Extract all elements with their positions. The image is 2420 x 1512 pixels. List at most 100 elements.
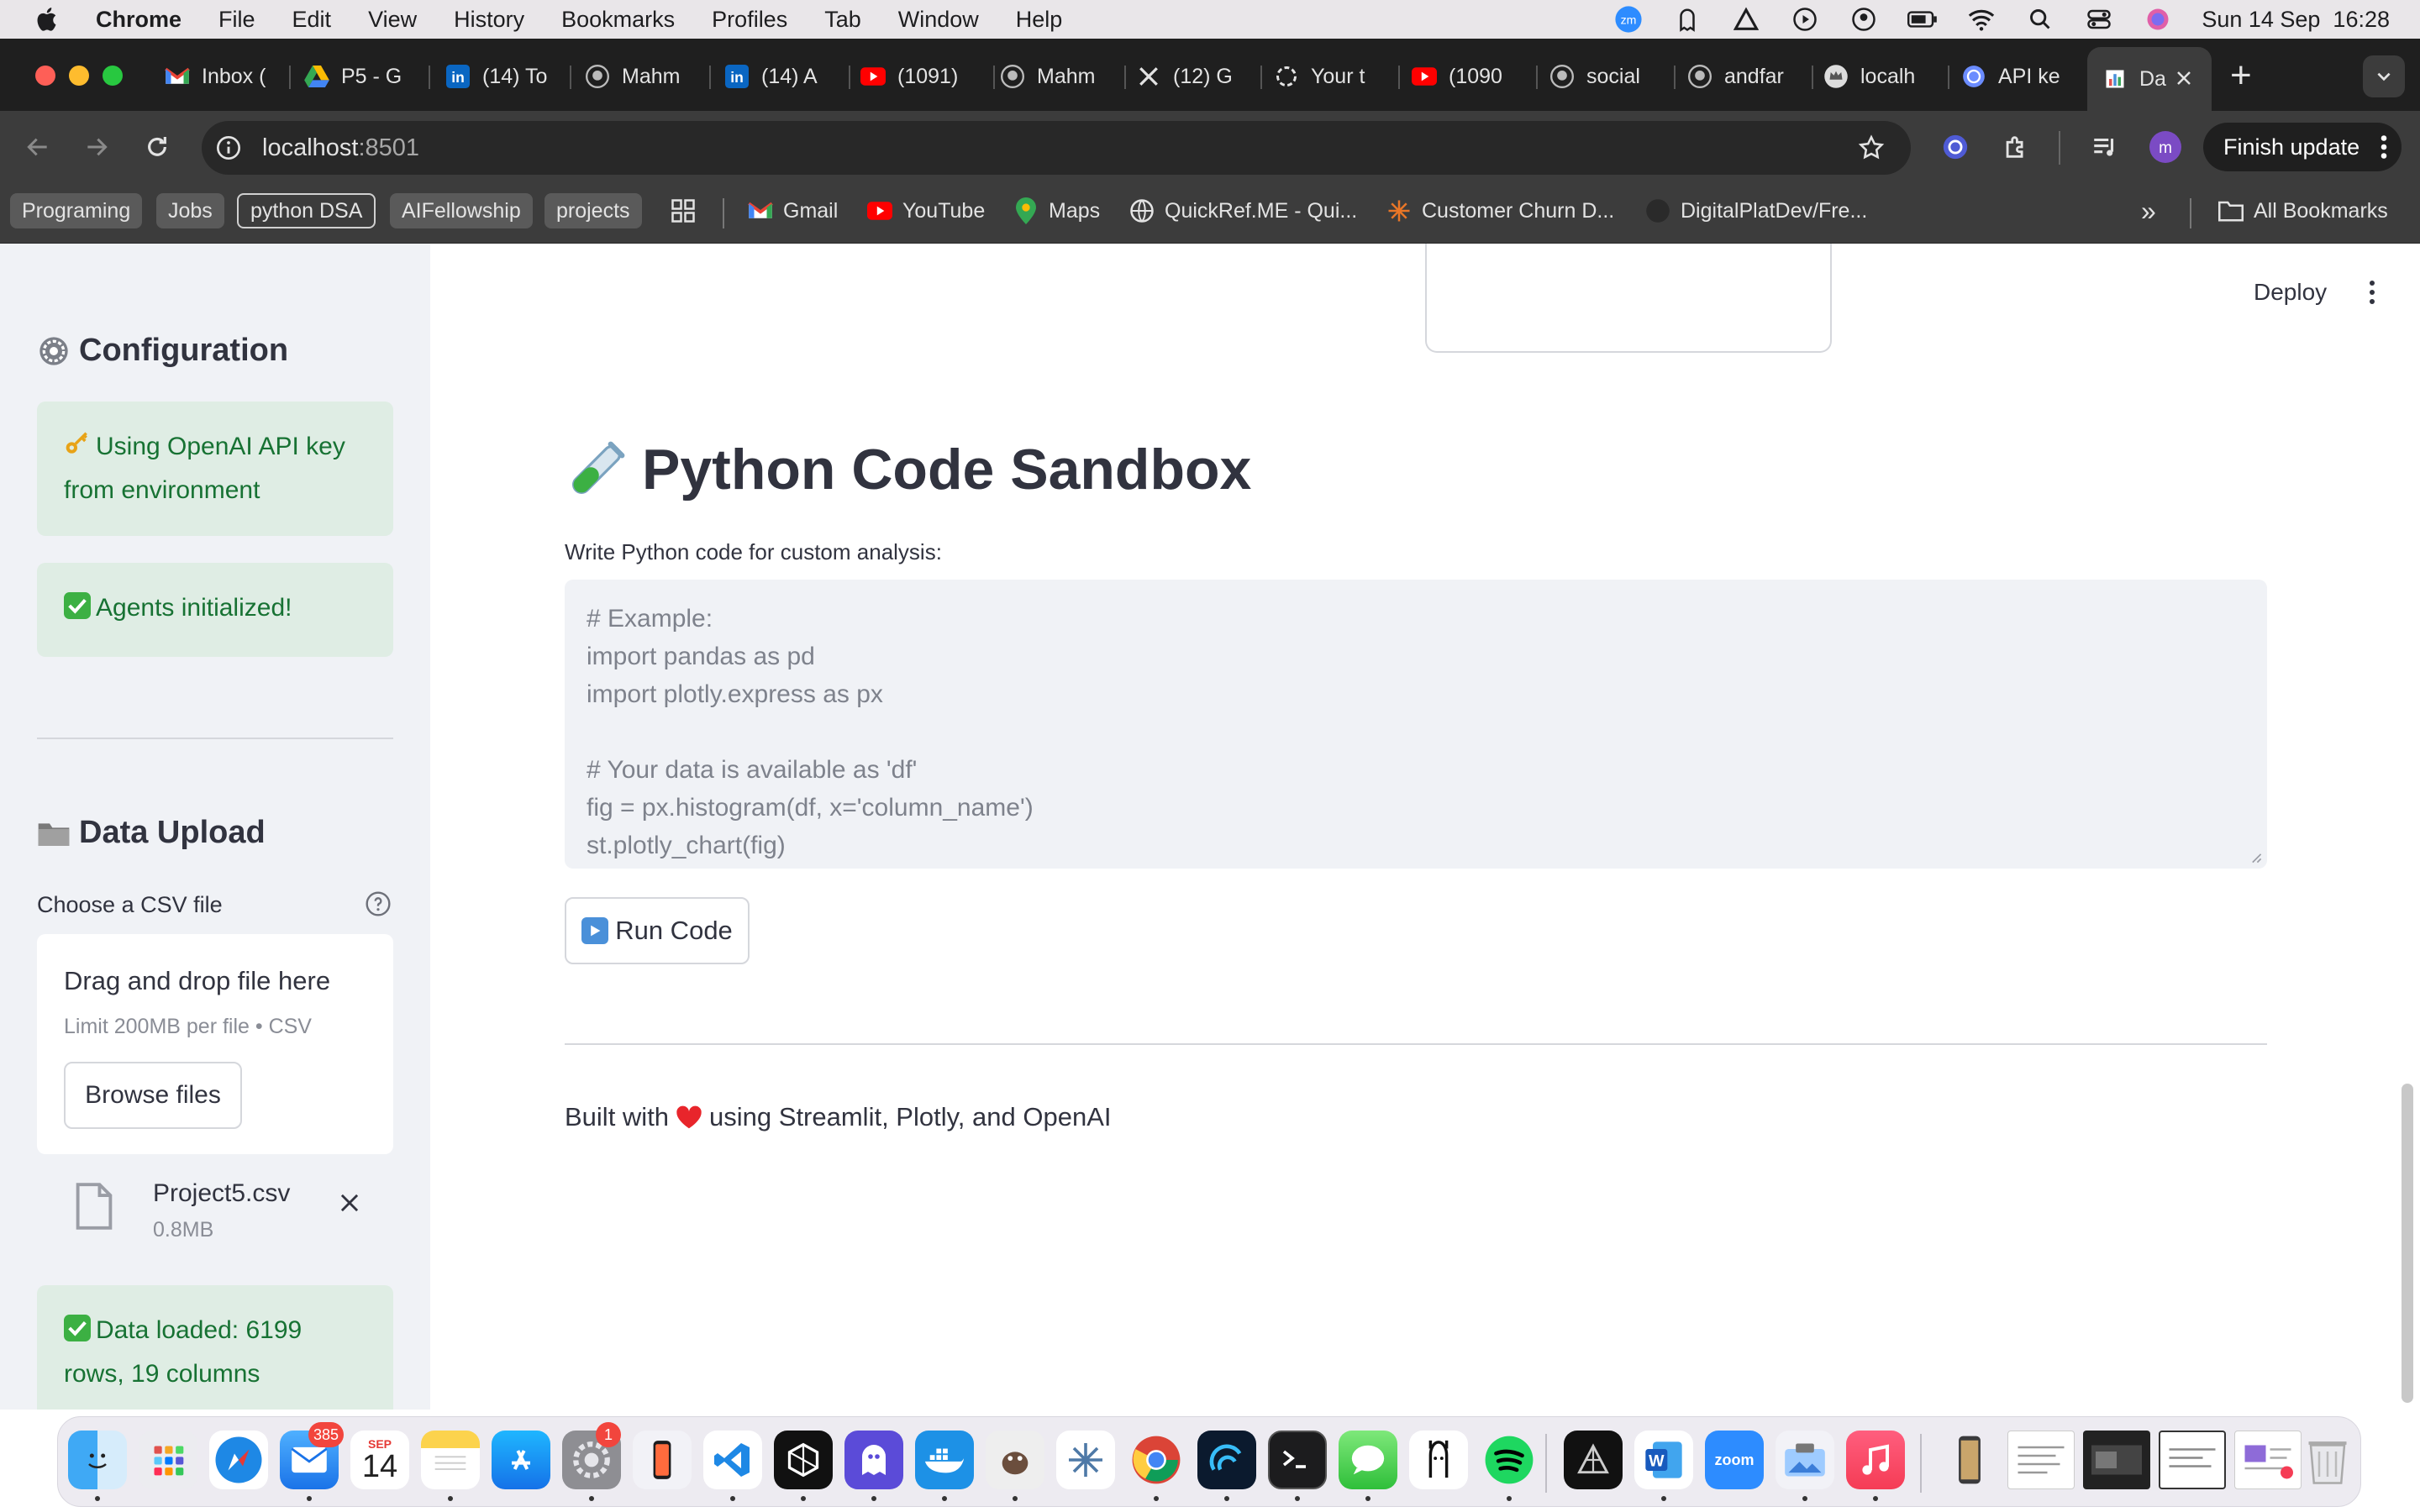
new-tab-button[interactable]: + [2230, 55, 2252, 96]
menu-window[interactable]: Window [898, 7, 979, 33]
safari-icon[interactable] [209, 1431, 268, 1489]
browse-files-button[interactable]: Browse files [64, 1062, 242, 1129]
finish-update-button[interactable]: Finish update [2203, 123, 2402, 171]
tab-linkedin-1[interactable]: in (14) To [445, 50, 571, 102]
minimized-window-browser[interactable] [2083, 1431, 2150, 1489]
partial-widget-above[interactable] [1425, 244, 1832, 353]
preview-icon[interactable] [1776, 1431, 1834, 1489]
trash-icon[interactable] [2298, 1431, 2357, 1489]
menu-edit[interactable]: Edit [292, 7, 332, 33]
tab-github-2[interactable]: Mahm [1000, 50, 1126, 102]
ghost-status-icon[interactable] [1672, 4, 1702, 34]
extension-perplexity-button[interactable] [1938, 129, 1973, 165]
window-close-button[interactable] [35, 66, 55, 86]
tab-x-twitter[interactable]: (12) G [1136, 50, 1262, 102]
code-textarea[interactable]: # Example: import pandas as pd import pl… [565, 580, 2267, 869]
docker-icon[interactable] [915, 1431, 974, 1489]
menu-help[interactable]: Help [1016, 7, 1063, 33]
menu-bookmarks[interactable]: Bookmarks [561, 7, 675, 33]
apps-grid-button[interactable] [671, 193, 696, 228]
window-zoom-button[interactable] [103, 66, 123, 86]
tab-linkedin-2[interactable]: in (14) A [724, 50, 850, 102]
menu-file[interactable]: File [218, 7, 255, 33]
menu-tab[interactable]: Tab [824, 7, 861, 33]
tab-active-dashboard[interactable]: Da [2087, 47, 2212, 111]
finder-icon[interactable] [68, 1431, 127, 1489]
apple-logo-icon[interactable] [34, 5, 62, 34]
tab-search-button[interactable] [2363, 55, 2405, 97]
resize-handle-icon[interactable] [2250, 852, 2262, 864]
file-dropzone[interactable]: Drag and drop file here Limit 200MB per … [37, 934, 393, 1154]
tab-inbox[interactable]: Inbox ( [165, 50, 291, 102]
tab-openai-api-keys[interactable]: API ke [1961, 50, 2087, 102]
menu-profiles[interactable]: Profiles [712, 7, 787, 33]
vscode-icon[interactable] [703, 1431, 762, 1489]
zoom-app-icon[interactable]: zoom [1705, 1431, 1764, 1489]
minimized-window-music[interactable] [2234, 1431, 2302, 1489]
bookmark-digitalplatdev[interactable]: DigitalPlatDev/Fre... [1645, 193, 1867, 228]
spotify-icon[interactable] [1480, 1431, 1539, 1489]
music-icon[interactable] [1846, 1431, 1905, 1489]
notes-icon[interactable] [421, 1431, 480, 1489]
tab-github-4[interactable]: andfar [1687, 50, 1813, 102]
menu-history[interactable]: History [454, 7, 524, 33]
tab-youtube-1[interactable]: (1091) [860, 50, 995, 102]
minimized-window-app[interactable] [2159, 1431, 2226, 1489]
siri-icon[interactable] [2143, 4, 2173, 34]
tab-github-3[interactable]: social [1549, 50, 1676, 102]
menu-app-name[interactable]: Chrome [96, 7, 182, 33]
battery-icon[interactable] [1907, 4, 1938, 34]
back-button[interactable] [20, 129, 55, 165]
bookmark-star-icon[interactable] [1857, 134, 1886, 162]
tab-localhost[interactable]: localh [1823, 50, 1949, 102]
bookmark-maps[interactable]: Maps [1013, 193, 1100, 228]
play-status-icon[interactable] [1790, 4, 1820, 34]
control-center-icon[interactable] [2084, 4, 2114, 34]
page-scrollbar[interactable] [2402, 1084, 2413, 1403]
run-code-button[interactable]: Run Code [565, 897, 750, 964]
tab-youtube-2[interactable]: (1090 [1412, 50, 1538, 102]
chrome-icon[interactable] [1127, 1431, 1186, 1489]
cursor-editor-icon[interactable] [774, 1431, 833, 1489]
bookmark-quickref[interactable]: QuickRef.ME - Qui... [1129, 193, 1357, 228]
bookmark-customer-churn[interactable]: Customer Churn D... [1386, 193, 1614, 228]
deploy-button[interactable]: Deploy [2254, 279, 2327, 306]
site-info-icon[interactable] [215, 134, 242, 161]
zoom-status-icon[interactable]: zm [1613, 4, 1644, 34]
app-store-icon[interactable] [492, 1431, 550, 1489]
reload-button[interactable] [139, 129, 175, 165]
tab-close-icon[interactable] [2171, 66, 2196, 91]
minimized-window-document[interactable] [2007, 1431, 2075, 1489]
window-minimize-button[interactable] [69, 66, 89, 86]
tab-openai-1[interactable]: Your t [1274, 50, 1400, 102]
menu-bar-clock[interactable]: Sun 14 Sep 16:28 [2202, 7, 2390, 33]
all-bookmarks-button[interactable]: All Bookmarks [2218, 193, 2388, 228]
bookmark-folder-jobs[interactable]: Jobs [156, 193, 224, 228]
ollama-icon[interactable] [1409, 1431, 1468, 1489]
address-bar[interactable]: localhost:8501 [202, 121, 1911, 175]
forward-button[interactable] [79, 129, 114, 165]
main-menu-button[interactable] [2360, 277, 2385, 307]
help-icon[interactable] [365, 890, 392, 917]
perplexity-icon[interactable] [1564, 1431, 1623, 1489]
user-status-icon[interactable] [1849, 4, 1879, 34]
bookmark-gmail[interactable]: Gmail [748, 193, 838, 228]
calendar-icon[interactable]: SEP 14 [350, 1431, 409, 1489]
bookmark-folder-aifellowship[interactable]: AIFellowship [390, 193, 533, 228]
bookmarks-overflow-button[interactable]: » [2141, 193, 2156, 228]
extensions-button[interactable] [1998, 129, 2033, 165]
triangle-status-icon[interactable] [1731, 4, 1761, 34]
wifi-icon[interactable] [1966, 4, 1996, 34]
bookmark-folder-projects[interactable]: projects [544, 193, 642, 228]
bookmark-youtube[interactable]: YouTube [867, 193, 985, 228]
messages-icon[interactable] [1339, 1431, 1397, 1489]
spotlight-search-icon[interactable] [2025, 4, 2055, 34]
menu-view[interactable]: View [368, 7, 417, 33]
launchpad-icon[interactable] [139, 1431, 197, 1489]
remove-file-button[interactable] [333, 1186, 366, 1220]
bookmark-folder-programing[interactable]: Programing [10, 193, 143, 228]
reading-list-button[interactable] [2087, 129, 2123, 165]
tab-github-1[interactable]: Mahm [585, 50, 711, 102]
word-icon[interactable]: W [1634, 1431, 1693, 1489]
minimized-window-phone[interactable] [1940, 1431, 1999, 1489]
